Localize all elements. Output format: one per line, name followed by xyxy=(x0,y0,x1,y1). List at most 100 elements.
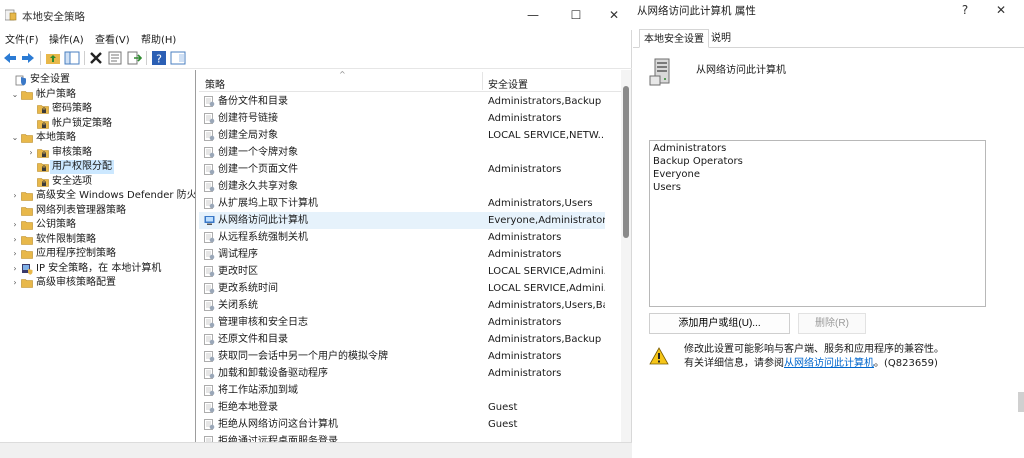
menu-bar: 文件(F) 操作(A) 查看(V) 帮助(H) xyxy=(0,30,632,46)
list-item[interactable]: Administrators xyxy=(653,142,726,155)
tree-item-label: 高级审核策略配置 xyxy=(36,277,116,288)
policy-icon xyxy=(204,96,215,107)
policy-folder-icon xyxy=(37,147,49,159)
policy-icon xyxy=(204,283,215,294)
list-header: ^ 策略 安全设置 xyxy=(199,70,621,92)
tree-item-label: 安全设置 xyxy=(30,74,70,85)
policy-name: 关闭系统 xyxy=(218,300,258,311)
warning-help-link[interactable]: 从网络访问此计算机 xyxy=(784,358,874,369)
export-icon[interactable] xyxy=(126,50,142,66)
policy-icon xyxy=(204,113,215,124)
list-item[interactable]: Users xyxy=(653,181,681,194)
add-user-or-group-button[interactable]: 添加用户或组(U)... xyxy=(649,313,790,334)
folder-icon xyxy=(21,277,33,289)
table-row[interactable]: 备份文件和目录 Administrators,Backup ... xyxy=(199,93,605,110)
folder-icon xyxy=(21,89,33,101)
table-row[interactable]: 管理审核和安全日志 Administrators xyxy=(199,314,605,331)
properties-icon[interactable] xyxy=(107,50,123,66)
table-row[interactable]: 更改时区 LOCAL SERVICE,Admini... xyxy=(199,263,605,280)
table-row[interactable]: 还原文件和目录 Administrators,Backup ... xyxy=(199,331,605,348)
chevron-down-icon[interactable]: ⌄ xyxy=(10,131,20,145)
sort-caret-icon: ^ xyxy=(339,70,346,79)
folder-icon xyxy=(21,190,33,202)
table-row[interactable]: 从扩展坞上取下计算机 Administrators,Users xyxy=(199,195,605,212)
table-row[interactable]: 拒绝本地登录 Guest xyxy=(199,399,605,416)
toolbar-separator xyxy=(84,51,85,65)
chevron-right-icon[interactable]: › xyxy=(26,146,36,160)
dialog-help-button[interactable]: ? xyxy=(956,1,974,19)
toolbar: ? xyxy=(0,47,632,69)
close-button[interactable]: ✕ xyxy=(604,6,624,24)
minimize-button[interactable]: — xyxy=(523,6,543,24)
policy-icon xyxy=(204,147,215,158)
console-icon[interactable] xyxy=(170,50,186,66)
toolbar-separator xyxy=(40,51,41,65)
table-row[interactable]: 获取同一会话中另一个用户的模拟令牌 Administrators xyxy=(199,348,605,365)
table-row[interactable]: 从网络访问此计算机 Everyone,Administrator... xyxy=(199,212,605,229)
policy-name: 创建一个令牌对象 xyxy=(218,147,298,158)
tree-item-label: 审核策略 xyxy=(52,146,92,158)
ipsec-policy-icon xyxy=(21,263,33,275)
chevron-down-icon[interactable]: ⌄ xyxy=(10,88,20,102)
table-row[interactable]: 更改系统时间 LOCAL SERVICE,Admini... xyxy=(199,280,605,297)
chevron-right-icon[interactable]: › xyxy=(10,233,20,247)
tree-item-label: 本地策略 xyxy=(36,132,76,143)
scrollbar-thumb[interactable] xyxy=(623,86,629,238)
table-row[interactable]: 从远程系统强制关机 Administrators xyxy=(199,229,605,246)
up-folder-icon[interactable] xyxy=(45,50,61,66)
remove-button[interactable]: 删除(R) xyxy=(798,313,866,334)
chevron-right-icon[interactable]: › xyxy=(10,189,20,203)
table-row[interactable]: 将工作站添加到域 xyxy=(199,382,605,399)
list-item[interactable]: Backup Operators xyxy=(653,155,743,168)
policy-setting: Administrators xyxy=(488,317,562,328)
toolbar-separator xyxy=(146,51,147,65)
table-row[interactable]: 调试程序 Administrators xyxy=(199,246,605,263)
tab-local-security-setting[interactable]: 本地安全设置 xyxy=(639,29,709,48)
policy-name: 加载和卸载设备驱动程序 xyxy=(218,368,328,379)
policy-name: 创建永久共享对象 xyxy=(218,181,298,192)
forward-icon[interactable] xyxy=(20,50,36,66)
menu-view[interactable]: 查看(V) xyxy=(95,31,130,46)
policy-setting: Administrators,Users,Ba... xyxy=(488,300,605,311)
status-bar xyxy=(0,442,632,458)
delete-icon[interactable] xyxy=(88,50,104,66)
back-icon[interactable] xyxy=(2,50,18,66)
table-row[interactable]: 创建永久共享对象 xyxy=(199,178,605,195)
table-row[interactable]: 创建全局对象 LOCAL SERVICE,NETW... xyxy=(199,127,605,144)
maximize-button[interactable]: ☐ xyxy=(566,6,586,24)
chevron-right-icon[interactable]: › xyxy=(10,276,20,290)
tree-pane[interactable]: 安全设置 ⌄ 帐户策略 密码策略 帐户锁定策略 ⌄ 本地策略 › 审核策略 用户权限分配 安全选项 ›… xyxy=(0,70,196,442)
policy-name: 拒绝通过远程桌面服务登录 xyxy=(218,436,338,442)
menu-action[interactable]: 操作(A) xyxy=(49,31,84,46)
list-item[interactable]: Everyone xyxy=(653,168,700,181)
table-row[interactable]: 创建一个页面文件 Administrators xyxy=(199,161,605,178)
members-listbox[interactable]: Administrators Backup Operators Everyone Us… xyxy=(649,140,986,307)
policy-list-pane[interactable]: ^ 策略 安全设置 备份文件和目录 Administrators,Backup .… xyxy=(199,70,621,442)
dialog-scroll-indicator xyxy=(1018,392,1024,412)
table-row[interactable]: 拒绝从网络访问这台计算机 Guest xyxy=(199,416,605,433)
column-header-security-setting[interactable]: 安全设置 xyxy=(488,76,528,91)
show-tree-icon[interactable] xyxy=(64,50,80,66)
folder-icon xyxy=(21,234,33,246)
policy-setting: Administrators xyxy=(488,368,562,379)
menu-help[interactable]: 帮助(H) xyxy=(141,31,176,46)
column-divider[interactable] xyxy=(482,72,483,90)
chevron-right-icon[interactable]: › xyxy=(10,218,20,232)
tab-explain[interactable]: 说明 xyxy=(707,29,735,48)
table-row[interactable]: 创建符号链接 Administrators xyxy=(199,110,605,127)
policy-name: 更改系统时间 xyxy=(218,283,278,294)
dialog-close-button[interactable]: ✕ xyxy=(992,1,1010,19)
menu-file[interactable]: 文件(F) xyxy=(5,31,39,46)
column-header-policy[interactable]: 策略 xyxy=(205,76,225,91)
policy-name: 管理审核和安全日志 xyxy=(218,317,308,328)
table-row[interactable]: 拒绝通过远程桌面服务登录 xyxy=(199,433,605,442)
policy-icon xyxy=(204,249,215,260)
table-row[interactable]: 加载和卸载设备驱动程序 Administrators xyxy=(199,365,605,382)
chevron-right-icon[interactable]: › xyxy=(10,262,20,276)
policy-setting: Everyone,Administrator... xyxy=(488,215,605,226)
help-icon[interactable]: ? xyxy=(151,50,167,66)
chevron-right-icon[interactable]: › xyxy=(10,247,20,261)
policy-icon xyxy=(204,368,215,379)
table-row[interactable]: 关闭系统 Administrators,Users,Ba... xyxy=(199,297,605,314)
table-row[interactable]: 创建一个令牌对象 xyxy=(199,144,605,161)
